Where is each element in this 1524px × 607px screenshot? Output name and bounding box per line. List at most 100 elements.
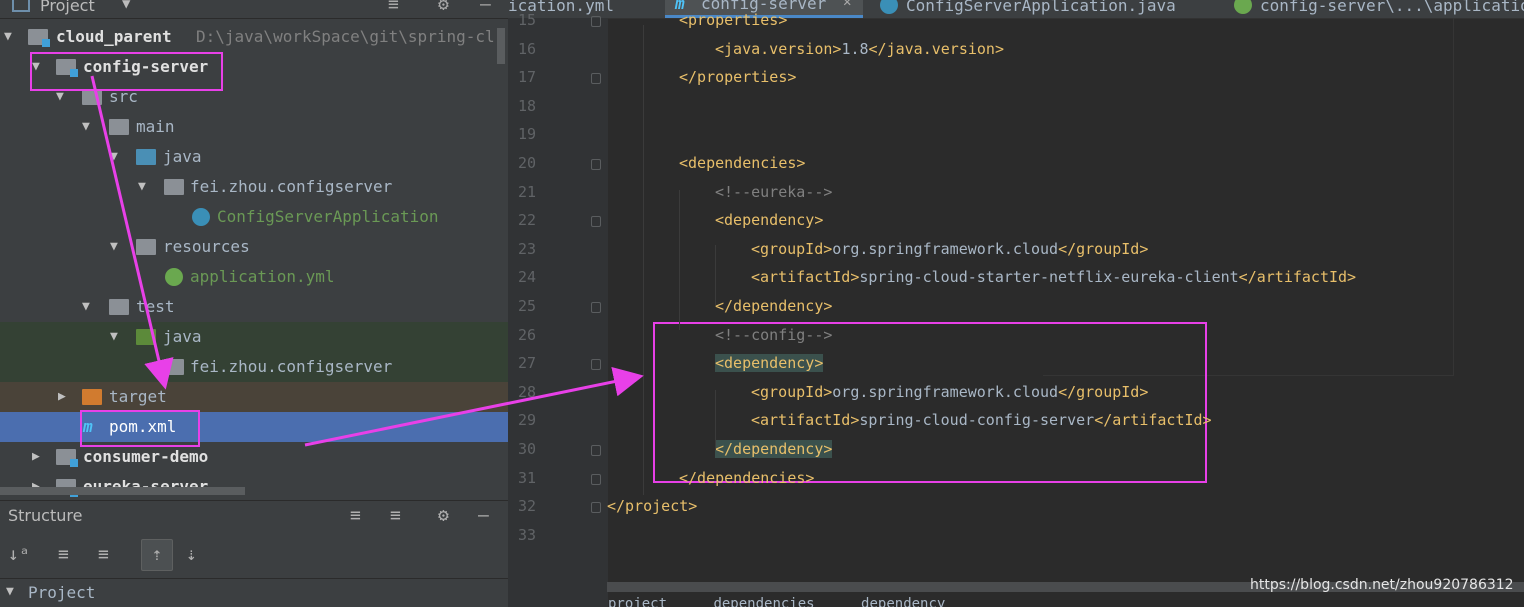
gear-icon[interactable]: ⚙ (438, 505, 449, 526)
code-token: </project> (607, 497, 698, 516)
collapse-all-icon[interactable]: ≡ (390, 505, 401, 526)
code-token: 1.8 (841, 39, 869, 58)
minimize-icon[interactable]: — (480, 0, 491, 15)
autoscroll-to-source-icon[interactable]: ⇡ (141, 539, 173, 571)
tree-item-java[interactable]: ▼ java (0, 142, 508, 172)
structure-tree-root[interactable]: ▼ Project (0, 579, 508, 607)
tree-label: java (163, 327, 202, 346)
fold-marker-icon[interactable] (591, 473, 601, 485)
breadcrumb-item[interactable]: project (608, 596, 667, 607)
fold-marker-icon[interactable] (591, 73, 601, 85)
fold-marker-icon[interactable] (591, 16, 601, 27)
chevron-down-icon[interactable]: ▼ (122, 0, 130, 12)
code-token: <groupId> (751, 239, 833, 258)
code-token: <dependency> (715, 211, 824, 230)
fold-marker-icon[interactable] (591, 216, 601, 228)
code-token: </dependency> (715, 440, 833, 458)
expand-arrow-icon[interactable]: ▼ (4, 22, 12, 52)
line-number: 21 (517, 182, 536, 201)
tree-item-cloud-parent[interactable]: ▼ cloud_parent D:\java\workSpace\git\spr… (0, 22, 508, 52)
tree-item-resources[interactable]: ▼ resources (0, 232, 508, 262)
code-token: </dependency> (715, 297, 833, 315)
line-number: 26 (517, 325, 536, 344)
tree-item-test-package[interactable]: fei.zhou.configserver (0, 352, 508, 382)
line-number: 28 (517, 382, 536, 401)
breadcrumb-item[interactable]: dependency (861, 596, 945, 607)
tab-config-server-application[interactable]: ConfigServerApplication.java (906, 0, 1176, 15)
tree-item-config-server-application[interactable]: ConfigServerApplication (0, 202, 508, 232)
code-line: </dependency> (715, 440, 833, 458)
tree-label: java (163, 147, 202, 166)
fold-marker-icon[interactable] (591, 359, 601, 371)
tree-item-pom-xml[interactable]: m pom.xml (0, 412, 508, 442)
line-number: 18 (517, 96, 536, 115)
tree-item-package[interactable]: ▼ fei.zhou.configserver (0, 172, 508, 202)
tree-label: cloud_parent (56, 27, 172, 46)
tree-item-target[interactable]: ▶ target (0, 382, 508, 412)
expand-arrow-icon[interactable]: ▼ (138, 172, 146, 202)
project-panel-title[interactable]: Project (40, 0, 95, 15)
indent-guide (643, 25, 644, 495)
minimize-icon[interactable]: — (478, 505, 489, 526)
breadcrumb-item[interactable]: dependencies (713, 596, 814, 607)
gear-icon[interactable]: ⚙ (438, 0, 449, 15)
structure-root-label: Project (28, 583, 96, 602)
fold-marker-icon[interactable] (591, 502, 601, 514)
expand-all-icon[interactable]: ≡ (350, 505, 361, 526)
collapse-all-icon[interactable]: ≡ (388, 0, 399, 15)
indent-guide (715, 245, 716, 305)
tree-item-test-java[interactable]: ▼ java (0, 322, 508, 352)
tree-item-main[interactable]: ▼ main (0, 112, 508, 142)
tree-label: fei.zhou.configserver (190, 177, 393, 196)
expand-arrow-icon[interactable]: ▼ (110, 232, 118, 262)
vertical-scrollbar[interactable] (497, 28, 505, 64)
expand-all-icon[interactable]: ≡ (58, 544, 69, 565)
spring-config-icon (165, 268, 183, 286)
code-token: org.springframework.cloud (832, 239, 1059, 258)
module-path: D:\java\workSpace\git\spring-cl (196, 27, 495, 46)
collapsed-arrow-icon[interactable]: ▶ (58, 382, 66, 412)
code-token: </artifactId> (1238, 268, 1357, 287)
spring-boot-class-icon (192, 208, 210, 226)
project-panel-header: Project ▼ ≡ ⚙ — (0, 0, 508, 19)
tree-item-test[interactable]: ▼ test (0, 292, 508, 322)
fold-marker-icon[interactable] (591, 445, 601, 456)
collapse-all-icon[interactable]: ≡ (98, 544, 109, 565)
code-line: </dependency> (715, 297, 832, 315)
line-number: 33 (517, 525, 536, 544)
expand-arrow-icon[interactable]: ▼ (110, 322, 118, 352)
code-line: <dependencies> (679, 154, 805, 172)
fold-marker-icon[interactable] (591, 159, 601, 170)
structure-panel-header: Structure ≡ ≡ ⚙ — (0, 500, 508, 531)
tree-item-application-yml[interactable]: application.yml (0, 262, 508, 292)
expand-arrow-icon[interactable]: ▼ (82, 112, 90, 142)
indent-guide (679, 190, 680, 330)
tab-application-yml-path[interactable]: config-server\...\application (1260, 0, 1524, 15)
code-line: <artifactId>spring-cloud-starter-netflix… (751, 268, 1356, 286)
autoscroll-from-source-icon[interactable]: ⇣ (186, 544, 197, 565)
code-token: spring-cloud-config-server (859, 411, 1095, 430)
close-icon[interactable]: ✕ (843, 0, 851, 10)
code-token: </groupId> (1058, 239, 1149, 258)
sort-alphabetically-icon[interactable]: ↓ᵃ (8, 544, 30, 565)
structure-toolbar: ↓ᵃ ≡ ≡ ⇡ ⇣ (0, 534, 508, 579)
line-number: 23 (517, 239, 536, 258)
horizontal-scrollbar[interactable] (0, 487, 245, 495)
tree-label: target (109, 387, 167, 406)
tree-item-consumer-demo[interactable]: ▶ consumer-demo (0, 442, 508, 472)
project-tool-window: Project ▼ ≡ ⚙ — ▼ cloud_parent D:\java\w… (0, 0, 508, 607)
structure-panel-title[interactable]: Structure (8, 506, 82, 525)
package-icon (164, 179, 184, 195)
editor-tab-bar: ication.yml m config-server ✕ ConfigServ… (508, 0, 1524, 19)
code-line: <artifactId>spring-cloud-config-server</… (751, 411, 1212, 429)
expand-arrow-icon[interactable]: ▼ (82, 292, 90, 322)
code-line: <dependency> (715, 211, 823, 229)
annotation-box-config-server (30, 52, 223, 91)
fold-marker-icon[interactable] (591, 302, 601, 313)
line-number: 27 (517, 354, 536, 373)
tree-label: application.yml (190, 267, 335, 286)
expand-arrow-icon[interactable]: ▼ (6, 584, 14, 599)
code-token: </artifactId> (1094, 411, 1212, 430)
collapsed-arrow-icon[interactable]: ▶ (32, 442, 40, 472)
expand-arrow-icon[interactable]: ▼ (110, 142, 118, 172)
